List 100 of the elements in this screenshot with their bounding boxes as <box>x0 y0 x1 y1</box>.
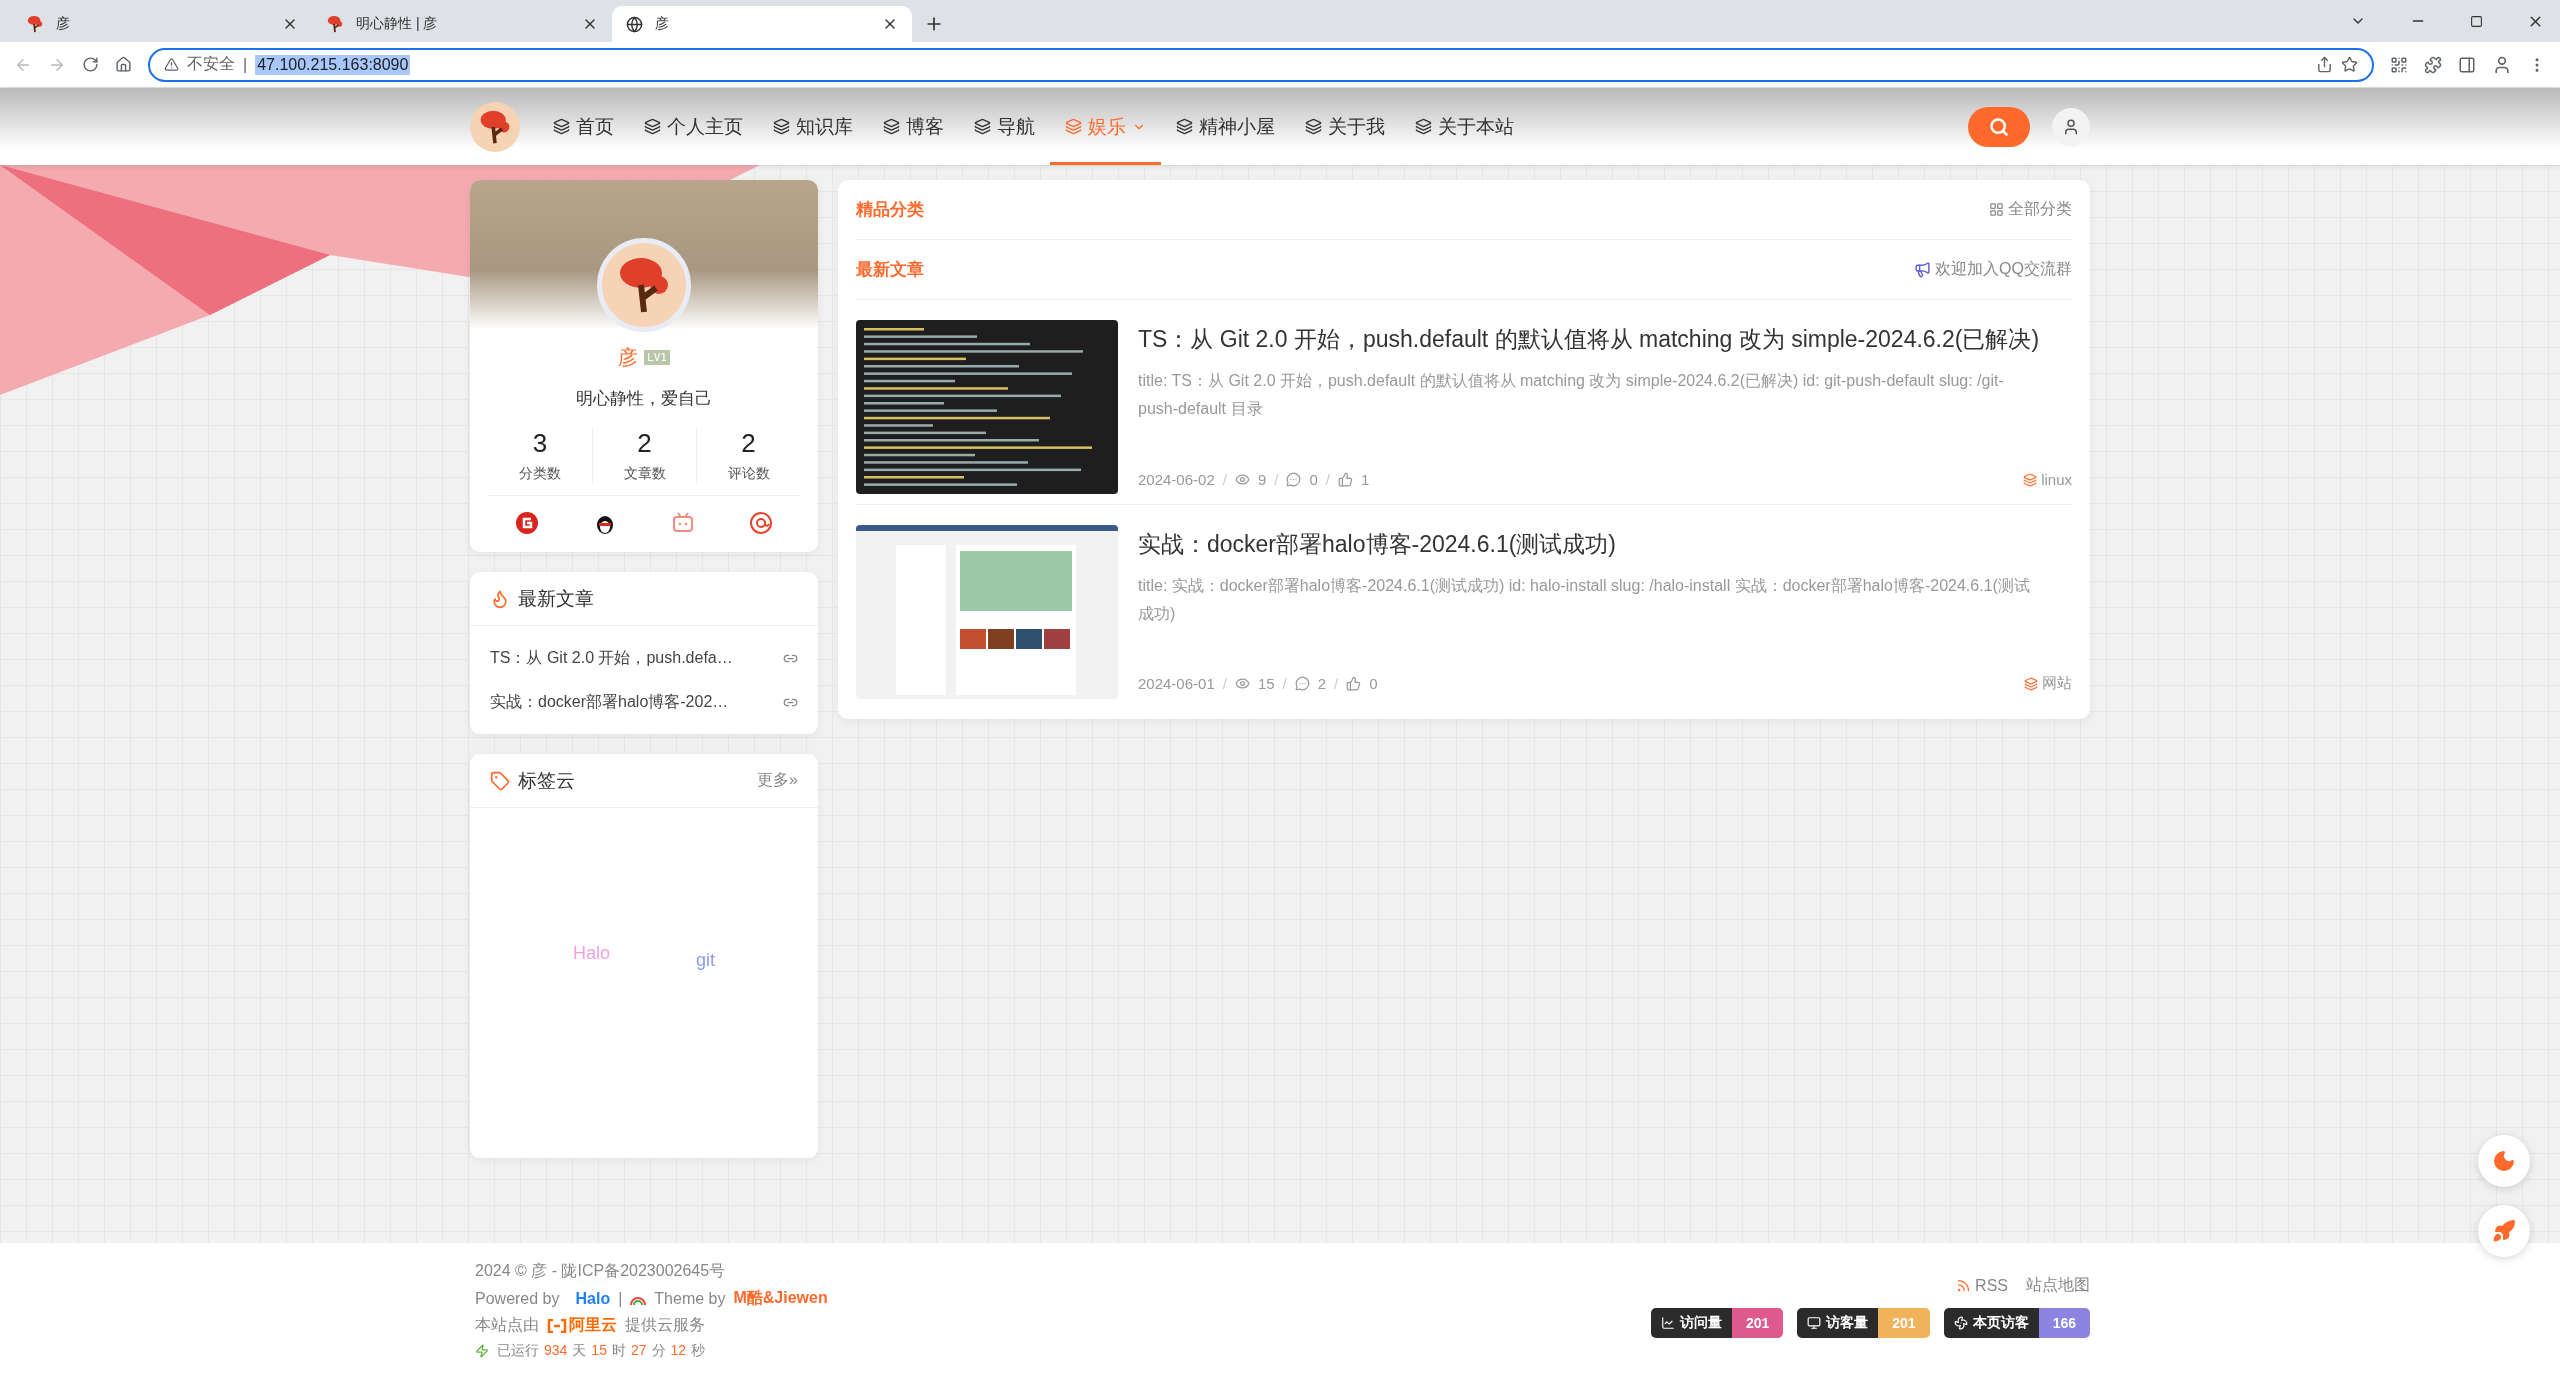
uptime-text: 已运行 934 天 15 时 27 分 12 秒 <box>497 1342 706 1360</box>
nav-link[interactable]: 关于我 <box>1290 88 1400 165</box>
security-label: 不安全 <box>187 54 235 74</box>
layers-icon <box>2024 676 2038 691</box>
recent-post-link[interactable]: 实战：docker部署halo博客-202… <box>490 680 798 724</box>
hosting-text: 提供云服务 <box>625 1315 705 1335</box>
recent-post-link[interactable]: TS：从 Git 2.0 开始，push.defa… <box>490 636 798 680</box>
post-date: 2024-06-01 <box>1138 675 1215 692</box>
tree-icon <box>326 15 344 33</box>
grid-icon <box>1989 202 2004 217</box>
view-count: 9 <box>1257 471 1267 488</box>
level-badge: LV1 <box>644 350 670 365</box>
separator: | <box>243 55 248 74</box>
megaphone-icon <box>1914 261 1932 278</box>
profile-icon[interactable] <box>2492 54 2512 75</box>
copyright-text: 2024 © 彦 - 陇ICP备2023002645号 <box>475 1261 727 1281</box>
nav-link[interactable]: 导航 <box>959 88 1050 165</box>
comment-icon <box>1294 676 1310 691</box>
qq-group-link[interactable]: 欢迎加入QQ交流群 <box>1914 259 2072 280</box>
address-bar[interactable]: 不安全 | 47.100.215.163:8090 <box>148 47 2374 82</box>
rss-link[interactable]: RSS <box>1956 1275 2008 1296</box>
separator: / <box>1334 675 1339 692</box>
nav-link[interactable]: 博客 <box>868 88 959 165</box>
comment-icon <box>1286 472 1302 487</box>
eye-icon <box>1234 676 1250 691</box>
separator: / <box>1274 471 1279 488</box>
chart-icon <box>1660 1316 1675 1330</box>
stat-value: 2 <box>637 428 652 459</box>
tree-icon <box>26 15 44 33</box>
side-panel-icon[interactable] <box>2458 55 2476 74</box>
layers-icon <box>2023 472 2038 487</box>
separator: / <box>1325 471 1330 488</box>
layers-icon <box>974 118 991 135</box>
nav-link[interactable]: 精神小屋 <box>1161 88 1290 165</box>
g-logo-icon[interactable] <box>516 512 538 534</box>
stat-value: 3 <box>532 428 548 459</box>
tab-title: 彦 <box>655 15 670 33</box>
post-date: 2024-06-02 <box>1138 471 1215 488</box>
monitor-icon <box>1807 1316 1822 1330</box>
layers-icon <box>883 118 900 135</box>
browser-tab[interactable]: 明心静性 | 彦 <box>312 6 612 42</box>
thumbs-up-icon <box>1346 676 1362 691</box>
thumbs-up-icon <box>1337 472 1353 487</box>
home-icon[interactable] <box>115 56 132 73</box>
rss-icon <box>1956 1278 1972 1293</box>
theme-toggle-button[interactable] <box>2478 1135 2530 1187</box>
powered-by-text: Powered by <box>475 1289 560 1308</box>
layers-icon <box>1065 118 1082 135</box>
hosting-text: 本站点由 <box>475 1315 539 1335</box>
comment-count: 0 <box>1309 471 1318 488</box>
motto: 明心静性，爱自己 <box>576 388 712 410</box>
user-button[interactable] <box>2052 107 2090 146</box>
warning-icon <box>164 57 179 72</box>
widget-title: 标签云 <box>518 768 575 793</box>
separator: / <box>1222 675 1227 692</box>
search-button[interactable] <box>1968 106 2030 147</box>
halo-link[interactable]: Halo <box>575 1289 611 1308</box>
nav-link[interactable]: 关于本站 <box>1400 88 1529 165</box>
search-icon <box>1989 116 2009 137</box>
separator: / <box>1282 675 1287 692</box>
back-to-top-button[interactable] <box>2478 1205 2530 1257</box>
all-categories-link[interactable]: 全部分类 <box>1989 199 2072 220</box>
layers-icon <box>553 118 570 135</box>
restore-icon[interactable] <box>2470 14 2483 28</box>
like-count: 0 <box>1369 675 1378 692</box>
reload-icon[interactable] <box>82 56 99 73</box>
lightning-icon <box>475 1344 489 1358</box>
site-logo[interactable] <box>470 101 520 152</box>
flame-icon <box>490 588 510 609</box>
user-icon <box>2062 117 2080 136</box>
section-title: 精品分类 <box>856 199 924 221</box>
like-count: 1 <box>1360 471 1370 488</box>
tab-title: 明心静性 | 彦 <box>356 15 439 33</box>
stat-value: 2 <box>741 428 756 459</box>
at-sign-icon[interactable] <box>750 512 772 534</box>
nav-link[interactable]: 首页 <box>538 88 629 165</box>
nav-link[interactable]: 知识库 <box>758 88 868 165</box>
browser-tab[interactable]: 彦 <box>612 6 912 42</box>
comment-count: 2 <box>1317 675 1327 692</box>
extensions-icon[interactable] <box>2424 55 2442 74</box>
nav-link[interactable]: 个人主页 <box>629 88 758 165</box>
more-link[interactable]: 更多» <box>757 770 798 791</box>
qr-code-icon[interactable] <box>2390 55 2408 74</box>
theme-by-text: Theme by <box>654 1289 726 1308</box>
post-excerpt: title: 实战：docker部署halo博客-2024.6.1(测试成功) id: halo-install slug: /halo-install 实战：docker部署halo博客-2024.6.1(测试成功) <box>1138 576 2031 624</box>
fan-icon <box>1953 1316 1968 1330</box>
post-title[interactable]: TS：从 Git 2.0 开始，push.default 的默认值将从 matching 改为 simple-2024.6.2(已解决) <box>1138 324 2072 355</box>
stat-label: 评论数 <box>727 465 770 483</box>
post-title[interactable]: 实战：docker部署halo博客-2024.6.1(测试成功) <box>1138 529 2072 560</box>
bracket-logo-icon <box>547 1318 567 1333</box>
bookmark-icon[interactable] <box>2341 56 2358 73</box>
tag-icon <box>490 770 510 791</box>
layers-icon <box>773 118 790 135</box>
post-excerpt: title: TS：从 Git 2.0 开始，push.default 的默认值将从 matching 改为 simple-2024.6.2(已解决) id: git-push-default slug: /git-push-default 目录 <box>1138 371 2005 419</box>
widget-title: 最新文章 <box>518 586 594 611</box>
sitemap-link[interactable]: 站点地图 <box>2026 1275 2090 1296</box>
layers-icon <box>1305 118 1322 135</box>
browser-tab[interactable]: 彦 <box>12 6 312 42</box>
share-icon[interactable] <box>2316 56 2333 73</box>
layers-icon <box>1176 118 1193 135</box>
